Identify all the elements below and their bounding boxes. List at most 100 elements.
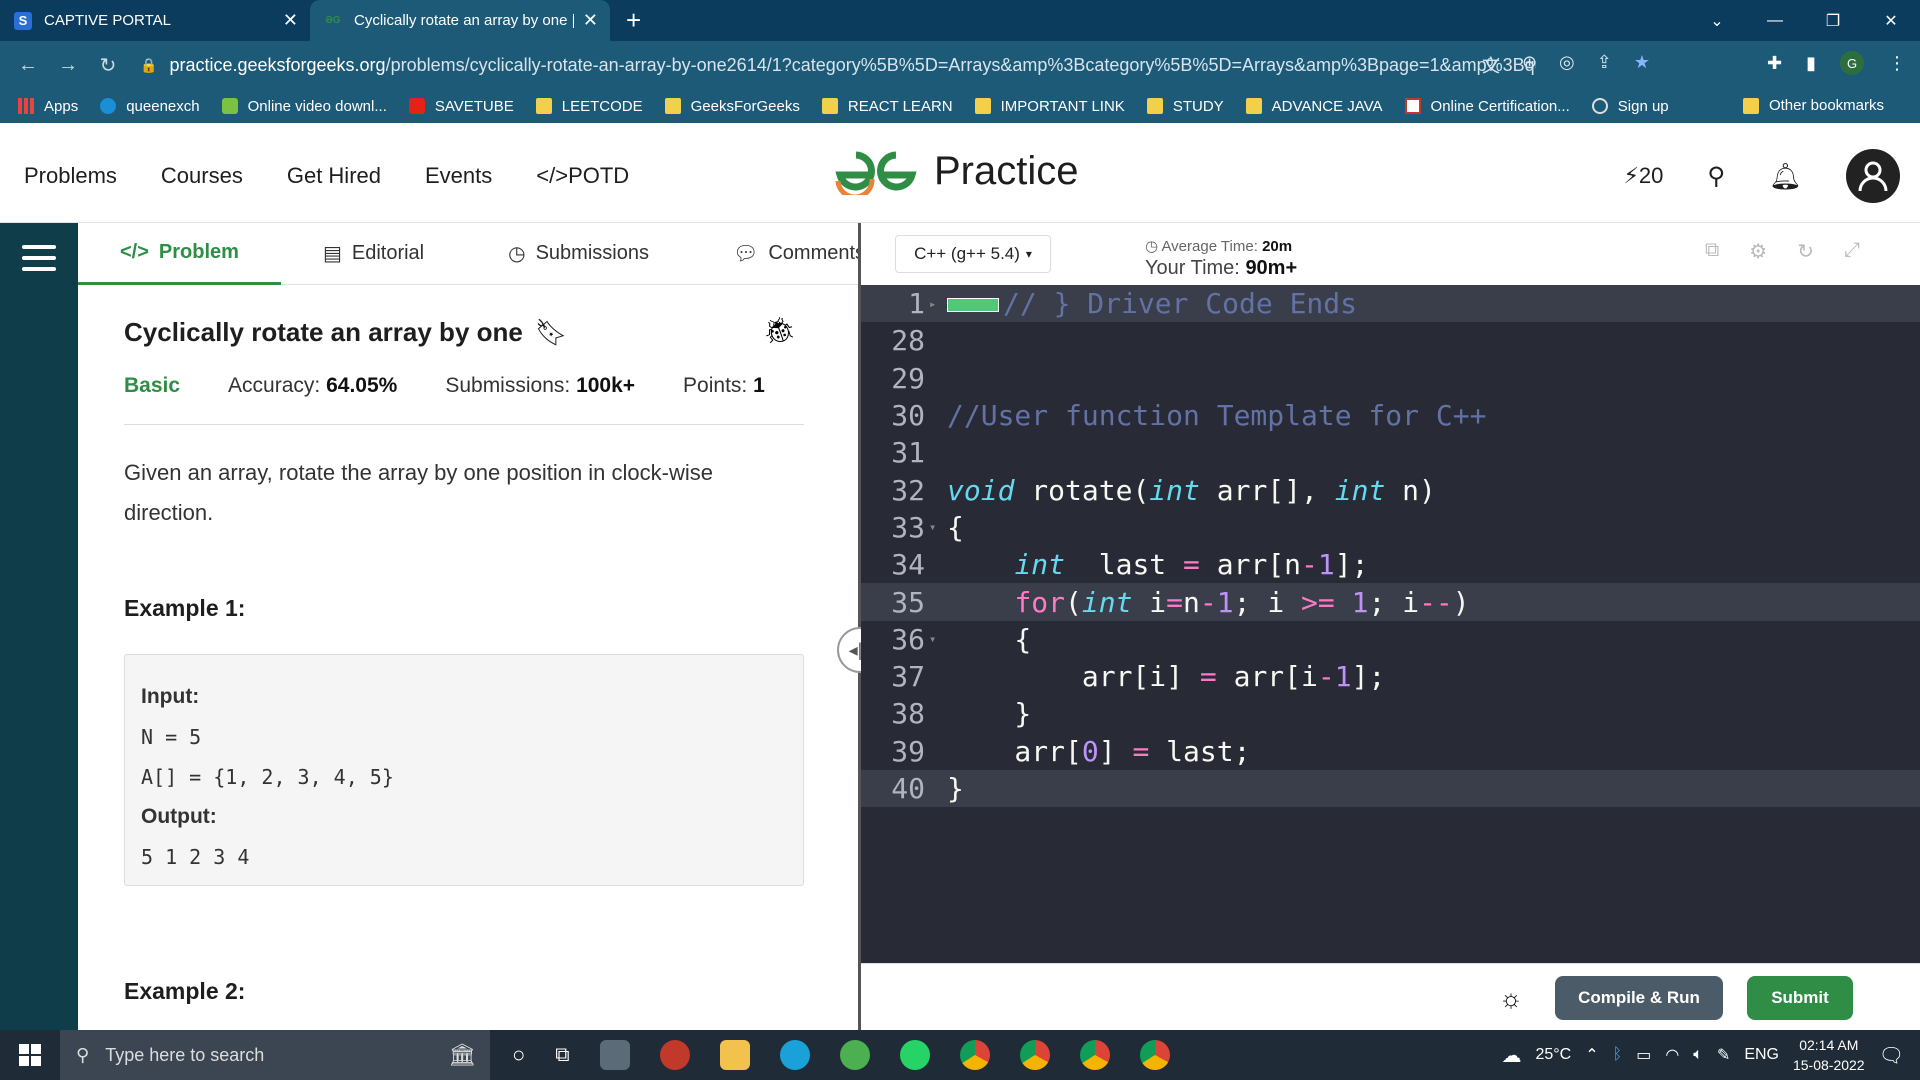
new-tab-button[interactable]: + <box>626 0 641 41</box>
code-editor[interactable]: 1 ▸// } Driver Code Ends 28 29 30//User f… <box>861 285 1920 963</box>
temperature[interactable]: 25°C <box>1535 1046 1571 1064</box>
nav-courses[interactable]: Courses <box>161 163 243 189</box>
tab-search-icon[interactable]: ⌄ <box>1688 11 1746 31</box>
zoom-icon[interactable]: ⊕ <box>1522 52 1537 78</box>
close-tab-icon[interactable]: ✕ <box>283 10 298 31</box>
app-icon[interactable] <box>599 1040 630 1070</box>
volume-icon[interactable]: 🔈︎ <box>1693 1046 1703 1064</box>
bookmark-queenexch[interactable]: queenexch <box>100 98 200 115</box>
back-icon[interactable]: ← <box>8 54 48 77</box>
browser-tab-captive-portal[interactable]: S CAPTIVE PORTAL ✕ <box>0 0 310 41</box>
theme-toggle-icon[interactable]: ☼ <box>1489 976 1533 1020</box>
wifi-icon[interactable]: ◠ <box>1665 1045 1679 1065</box>
bookmark-other[interactable]: Other bookmarks <box>1742 97 1884 114</box>
fullscreen-icon[interactable]: ⤢ <box>1844 239 1860 264</box>
bookmark-online-certification[interactable]: Online Certification... <box>1404 98 1570 115</box>
nav-events[interactable]: Events <box>425 163 492 189</box>
bug-report-icon[interactable]: 🐞︎ <box>763 315 796 346</box>
nav-potd[interactable]: </>POTD <box>536 163 629 189</box>
cortana-icon[interactable]: ○ <box>512 1042 525 1068</box>
compile-run-button[interactable]: Compile & Run <box>1555 976 1723 1020</box>
bookmark-online-video[interactable]: Online video downl... <box>221 98 387 115</box>
clock[interactable]: 02:14 AM 15-08-2022 <box>1793 1035 1865 1075</box>
bookmark-sign-up[interactable]: Sign up <box>1591 98 1669 115</box>
search-icon[interactable]: ⚲ <box>1707 162 1725 191</box>
input-line: N = 5 <box>141 725 202 749</box>
url-path: /problems/cyclically-rotate-an-array-by-… <box>385 54 1536 75</box>
bookmark-study[interactable]: STUDY <box>1146 98 1224 115</box>
whatsapp-icon[interactable] <box>899 1040 930 1070</box>
language-select[interactable]: C++ (g++ 5.4) ▾ <box>895 235 1051 273</box>
windows-logo-icon <box>19 1044 41 1066</box>
chrome-icon[interactable] <box>1019 1040 1050 1070</box>
hamburger-menu-icon[interactable] <box>22 245 56 278</box>
task-view-icon[interactable]: ⧉ <box>555 1044 569 1067</box>
chrome-icon[interactable] <box>1139 1040 1170 1070</box>
close-window-button[interactable]: ✕ <box>1862 11 1920 31</box>
cloud-icon[interactable]: ☁ <box>1501 1043 1521 1068</box>
output-value: 5 1 2 3 4 <box>141 845 250 869</box>
tab-submissions[interactable]: ◷ Submissions <box>466 223 691 285</box>
restore-button[interactable]: ❐ <box>1804 11 1862 31</box>
bluetooth-icon[interactable]: ᛒ <box>1613 1046 1623 1064</box>
logo-text: Practice <box>934 148 1079 193</box>
streak-counter[interactable]: ⚡20 <box>1623 163 1663 189</box>
app-icon[interactable] <box>839 1040 870 1070</box>
share-icon[interactable]: ⇪ <box>1597 52 1612 78</box>
language-indicator[interactable]: ENG <box>1744 1046 1779 1064</box>
chrome-icon[interactable] <box>959 1040 990 1070</box>
folder-icon <box>821 98 838 114</box>
tab-comments[interactable]: 💬︎ Comments <box>691 223 858 285</box>
browser-tab-active[interactable]: ƏG Cyclically rotate an array by one | ✕ <box>310 0 610 41</box>
nav-problems[interactable]: Problems <box>24 163 117 189</box>
chevron-up-icon[interactable]: ⌃ <box>1585 1045 1598 1065</box>
system-tray: ☁ 25°C ⌃ ᛒ ▭ ◠ 🔈︎ ✎ ENG 02:14 AM 15-08-2… <box>1501 1030 1920 1080</box>
notifications-icon[interactable]: 🗨︎ <box>1879 1043 1904 1068</box>
user-avatar[interactable] <box>1846 149 1900 203</box>
code-line: 30//User function Template for C++ <box>891 399 1487 433</box>
tab-problem[interactable]: </> Problem <box>78 223 281 285</box>
close-tab-icon[interactable]: ✕ <box>583 10 598 31</box>
nav-get-hired[interactable]: Get Hired <box>287 163 381 189</box>
bookmark-apps[interactable]: Apps <box>18 98 78 115</box>
window-controls: ⌄ — ❐ ✕ <box>1688 0 1920 41</box>
pen-icon[interactable]: ✎ <box>1717 1045 1730 1065</box>
bookmark-advance-java[interactable]: ADVANCE JAVA <box>1245 98 1383 115</box>
search-highlight-icon[interactable]: 🏛︎ <box>448 1042 476 1068</box>
bookmark-important-link[interactable]: IMPORTANT LINK <box>974 98 1125 115</box>
bookmark-react-learn[interactable]: REACT LEARN <box>821 98 953 115</box>
menu-kebab-icon[interactable]: ⋮ <box>1888 53 1906 74</box>
copy-icon[interactable]: ⧉ <box>1705 239 1719 264</box>
reload-icon[interactable]: ↻ <box>88 53 128 78</box>
practice-logo[interactable]: Practice <box>832 147 1079 195</box>
taskbar-search[interactable]: ⚲ Type here to search 🏛︎ <box>60 1030 490 1080</box>
url-field[interactable]: 🔒 practice.geeksforgeeks.org/problems/cy… <box>140 47 1560 83</box>
bookmark-leetcode[interactable]: LEETCODE <box>535 98 643 115</box>
tab-editorial[interactable]: ▤ Editorial <box>281 223 466 285</box>
bell-icon[interactable]: 🔔︎ <box>1769 161 1802 192</box>
file-explorer-icon[interactable] <box>719 1040 750 1070</box>
eye-off-icon[interactable]: ◎ <box>1559 52 1575 78</box>
chrome-icon[interactable] <box>1079 1040 1110 1070</box>
minimize-button[interactable]: — <box>1746 12 1804 30</box>
bookmark-icon[interactable]: 🔖︎ <box>535 317 568 348</box>
bookmark-geeksforgeeks[interactable]: GeeksForGeeks <box>664 98 800 115</box>
puzzle-icon[interactable]: ✚ <box>1767 53 1782 74</box>
translate-icon[interactable]: 文 <box>1482 52 1500 78</box>
reset-icon[interactable]: ↻ <box>1797 239 1814 264</box>
battery-icon[interactable]: ▭ <box>1636 1045 1651 1065</box>
folded-code-marker[interactable] <box>947 298 999 313</box>
forward-icon[interactable]: → <box>48 54 88 77</box>
clock-icon: ◷ <box>508 243 526 265</box>
star-icon[interactable]: ★ <box>1634 52 1650 78</box>
code-line: 28 <box>891 324 925 358</box>
profile-avatar[interactable]: G <box>1840 51 1864 75</box>
edge-icon[interactable] <box>779 1040 810 1070</box>
bookmark-savetube[interactable]: SAVETUBE <box>408 98 514 115</box>
app-icon[interactable] <box>659 1040 690 1070</box>
sidebar-icon[interactable]: ▮ <box>1806 53 1816 74</box>
start-button[interactable] <box>0 1030 60 1080</box>
problem-description: Given an array, rotate the array by one … <box>124 460 713 525</box>
settings-icon[interactable]: ⚙ <box>1749 239 1767 264</box>
submit-button[interactable]: Submit <box>1747 976 1853 1020</box>
